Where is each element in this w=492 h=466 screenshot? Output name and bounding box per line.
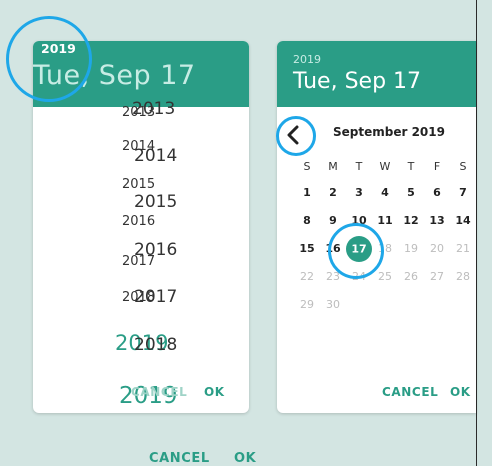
day-cell[interactable]: 22 (297, 270, 317, 283)
date-picker-header: 2019 Tue, Sep 17 (277, 41, 476, 107)
day-cell[interactable]: 28 (453, 270, 473, 283)
date-picker-dialog: 2019 Tue, Sep 17 September 2019 S M T W … (277, 41, 476, 413)
day-cell[interactable]: 19 (401, 242, 421, 255)
day-cell[interactable]: 10 (349, 214, 369, 227)
day-cell[interactable]: 9 (323, 214, 343, 227)
cancel-button[interactable]: CANCEL (382, 385, 438, 399)
cancel-button[interactable]: CANCEL (131, 385, 187, 399)
year-item[interactable]: 2015 (134, 192, 177, 212)
day-cell[interactable]: 6 (427, 186, 447, 199)
day-cell[interactable]: 4 (375, 186, 395, 199)
month-label: September 2019 (333, 125, 445, 139)
ok-button[interactable]: OK (204, 385, 225, 399)
day-cell[interactable]: 26 (401, 270, 421, 283)
weekday-label: S (303, 160, 311, 173)
chevron-left-icon (287, 125, 299, 145)
header-date[interactable]: Tue, Sep 17 (293, 69, 421, 94)
year-item[interactable]: 2013 (132, 99, 175, 119)
year-picker-dialog: 2019 Tue, Sep 17 2013 2013 2014 2014 201… (33, 41, 249, 413)
day-cell[interactable]: 13 (427, 214, 447, 227)
day-cell[interactable]: 30 (323, 298, 343, 311)
year-item[interactable]: 2014 (134, 146, 177, 166)
day-cell[interactable]: 11 (375, 214, 395, 227)
header-date[interactable]: Tue, Sep 17 (33, 60, 196, 91)
day-cell[interactable]: 12 (401, 214, 421, 227)
weekday-label: S (459, 160, 467, 173)
day-cell[interactable]: 3 (349, 186, 369, 199)
year-picker-header: 2019 Tue, Sep 17 (33, 41, 249, 107)
header-year[interactable]: 2019 (293, 53, 321, 66)
year-item[interactable]: 2018 (134, 335, 177, 355)
header-year[interactable]: 2019 (41, 41, 76, 56)
day-cell[interactable]: 2 (323, 186, 343, 199)
selected-day[interactable]: 17 (351, 243, 366, 256)
day-cell[interactable]: 29 (297, 298, 317, 311)
weekday-label: T (407, 160, 415, 173)
previous-month-button[interactable] (276, 117, 312, 153)
day-cell[interactable]: 14 (453, 214, 473, 227)
day-cell[interactable]: 25 (375, 270, 395, 283)
day-cell[interactable]: 8 (297, 214, 317, 227)
weekday-label: W (379, 160, 391, 173)
day-cell[interactable]: 7 (453, 186, 473, 199)
day-cell[interactable]: 23 (323, 270, 343, 283)
frame-divider (476, 0, 477, 466)
day-cell[interactable]: 24 (349, 270, 369, 283)
day-cell[interactable]: 15 (297, 242, 317, 255)
year-item[interactable]: 2015 (122, 177, 155, 192)
ok-button[interactable]: OK (450, 385, 471, 399)
day-cell[interactable]: 21 (453, 242, 473, 255)
year-item[interactable]: 2016 (122, 214, 155, 229)
day-cell[interactable]: 1 (297, 186, 317, 199)
day-cell[interactable]: 27 (427, 270, 447, 283)
day-cell[interactable]: 16 (323, 242, 343, 255)
day-cell[interactable]: 18 (375, 242, 395, 255)
weekday-label: T (355, 160, 363, 173)
weekday-label: F (433, 160, 441, 173)
year-item[interactable]: 2017 (122, 254, 155, 269)
cancel-button[interactable]: CANCEL (149, 451, 210, 466)
weekday-label: M (328, 160, 338, 173)
ok-button[interactable]: OK (234, 451, 256, 466)
year-item[interactable]: 2018 (122, 290, 155, 305)
day-cell[interactable]: 5 (401, 186, 421, 199)
day-cell[interactable]: 20 (427, 242, 447, 255)
